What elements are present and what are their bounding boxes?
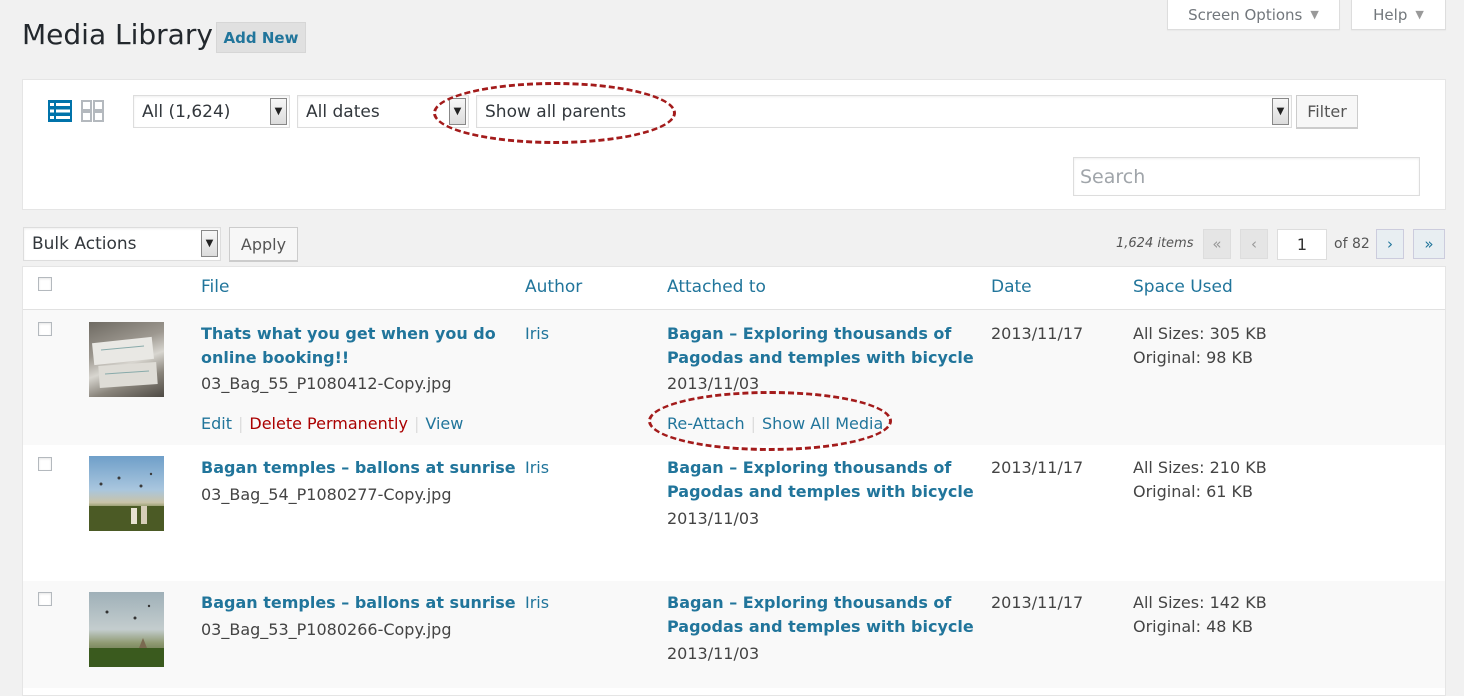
view-link[interactable]: View (425, 414, 463, 433)
separator: | (237, 414, 244, 433)
author-link[interactable]: Iris (525, 458, 549, 477)
upload-date: 2013/11/17 (991, 458, 1084, 477)
row-actions: Edit | Delete Permanently | View (201, 414, 463, 433)
attached-date: 2013/11/03 (667, 509, 760, 528)
attached-post-link[interactable]: Bagan – Exploring thousands of Pagodas a… (667, 322, 974, 370)
column-attached-to[interactable]: Attached to (667, 277, 766, 297)
attached-line: Bagan – Exploring thousands of (667, 458, 952, 477)
attached-line: Bagan – Exploring thousands of (667, 324, 952, 343)
all-sizes: All Sizes: 210 KB (1133, 458, 1267, 477)
filename: 03_Bag_55_P1080412-Copy.jpg (201, 374, 452, 393)
media-title-link[interactable]: Thats what you get when you do online bo… (201, 322, 496, 370)
chevron-down-icon: ▼ (1272, 98, 1289, 125)
help-label: Help (1373, 5, 1408, 24)
page-title: Media Library (22, 18, 213, 51)
screen-options-label: Screen Options (1188, 5, 1303, 24)
last-page-button[interactable]: » (1413, 229, 1445, 259)
media-title-link[interactable]: Bagan temples – ballons at sunrise (201, 591, 516, 615)
date-value: All dates (306, 101, 380, 122)
attached-post-link[interactable]: Bagan – Exploring thousands of Pagodas a… (667, 591, 974, 639)
media-type-value: All (1,624) (142, 101, 231, 122)
attached-line: Pagodas and temples with bicycle (667, 482, 974, 501)
total-pages: of 82 (1334, 236, 1370, 252)
original-size: Original: 61 KB (1133, 482, 1253, 501)
annotation-ellipse-parents (433, 82, 676, 144)
triangle-down-icon: ▼ (1310, 8, 1319, 21)
list-view-icon[interactable] (48, 100, 72, 126)
apply-button[interactable]: Apply (229, 227, 298, 261)
original-size: Original: 48 KB (1133, 617, 1253, 636)
row-checkbox[interactable] (38, 322, 52, 336)
author-link[interactable]: Iris (525, 324, 549, 343)
filter-button[interactable]: Filter (1296, 95, 1358, 128)
title-line: Bagan temples – ballons at sunrise (201, 593, 516, 612)
all-sizes: All Sizes: 142 KB (1133, 593, 1267, 612)
separator: | (413, 414, 420, 433)
row-checkbox[interactable] (38, 592, 52, 606)
media-title-link[interactable]: Bagan temples – ballons at sunrise (201, 456, 516, 480)
column-space-used[interactable]: Space Used (1133, 277, 1233, 297)
row-checkbox[interactable] (38, 457, 52, 471)
bulk-actions-select[interactable]: Bulk Actions ▼ (23, 227, 221, 261)
title-line: Bagan temples – ballons at sunrise (201, 458, 516, 477)
select-all-checkbox[interactable] (38, 277, 52, 291)
attached-line: Pagodas and temples with bicycle (667, 348, 974, 367)
space-used: All Sizes: 210 KB Original: 61 KB (1133, 456, 1267, 504)
grid-view-icon[interactable] (81, 100, 104, 126)
delete-permanently-link[interactable]: Delete Permanently (249, 414, 408, 433)
next-page-button[interactable]: › (1376, 229, 1404, 259)
upload-date: 2013/11/17 (991, 324, 1084, 343)
space-used: All Sizes: 305 KB Original: 98 KB (1133, 322, 1267, 370)
items-count: 1,624 items (1116, 236, 1194, 251)
media-type-select[interactable]: All (1,624) ▼ (133, 95, 290, 128)
chevron-down-icon: ▼ (270, 98, 287, 125)
prev-page-button[interactable]: ‹ (1240, 229, 1268, 259)
filename: 03_Bag_54_P1080277-Copy.jpg (201, 485, 452, 504)
search-placeholder: Search (1080, 165, 1146, 188)
column-author[interactable]: Author (525, 277, 582, 297)
current-page-input[interactable]: 1 (1277, 229, 1327, 260)
add-new-button[interactable]: Add New (216, 22, 306, 53)
media-thumbnail[interactable] (89, 456, 164, 531)
search-input[interactable]: Search (1073, 157, 1420, 196)
attached-line: Bagan – Exploring thousands of (667, 593, 952, 612)
title-line: Thats what you get when you do (201, 324, 496, 343)
bulk-actions-value: Bulk Actions (32, 234, 137, 254)
title-line: online booking!! (201, 348, 350, 367)
all-sizes: All Sizes: 305 KB (1133, 324, 1267, 343)
edit-link[interactable]: Edit (201, 414, 232, 433)
first-page-button[interactable]: « (1203, 229, 1231, 259)
filename: 03_Bag_53_P1080266-Copy.jpg (201, 620, 452, 639)
triangle-down-icon: ▼ (1415, 8, 1424, 21)
author-link[interactable]: Iris (525, 593, 549, 612)
attached-line: Pagodas and temples with bicycle (667, 617, 974, 636)
chevron-down-icon: ▼ (201, 230, 218, 257)
original-size: Original: 98 KB (1133, 348, 1253, 367)
column-date[interactable]: Date (991, 277, 1032, 297)
screen-options-tab[interactable]: Screen Options ▼ (1167, 0, 1340, 30)
space-used: All Sizes: 142 KB Original: 48 KB (1133, 591, 1267, 639)
attached-post-link[interactable]: Bagan – Exploring thousands of Pagodas a… (667, 456, 974, 504)
column-file[interactable]: File (201, 277, 229, 297)
help-tab[interactable]: Help ▼ (1351, 0, 1446, 30)
annotation-ellipse-reattach (648, 391, 892, 451)
media-thumbnail[interactable] (89, 592, 164, 667)
attached-date: 2013/11/03 (667, 644, 760, 663)
upload-date: 2013/11/17 (991, 593, 1084, 612)
media-thumbnail[interactable] (89, 322, 164, 397)
